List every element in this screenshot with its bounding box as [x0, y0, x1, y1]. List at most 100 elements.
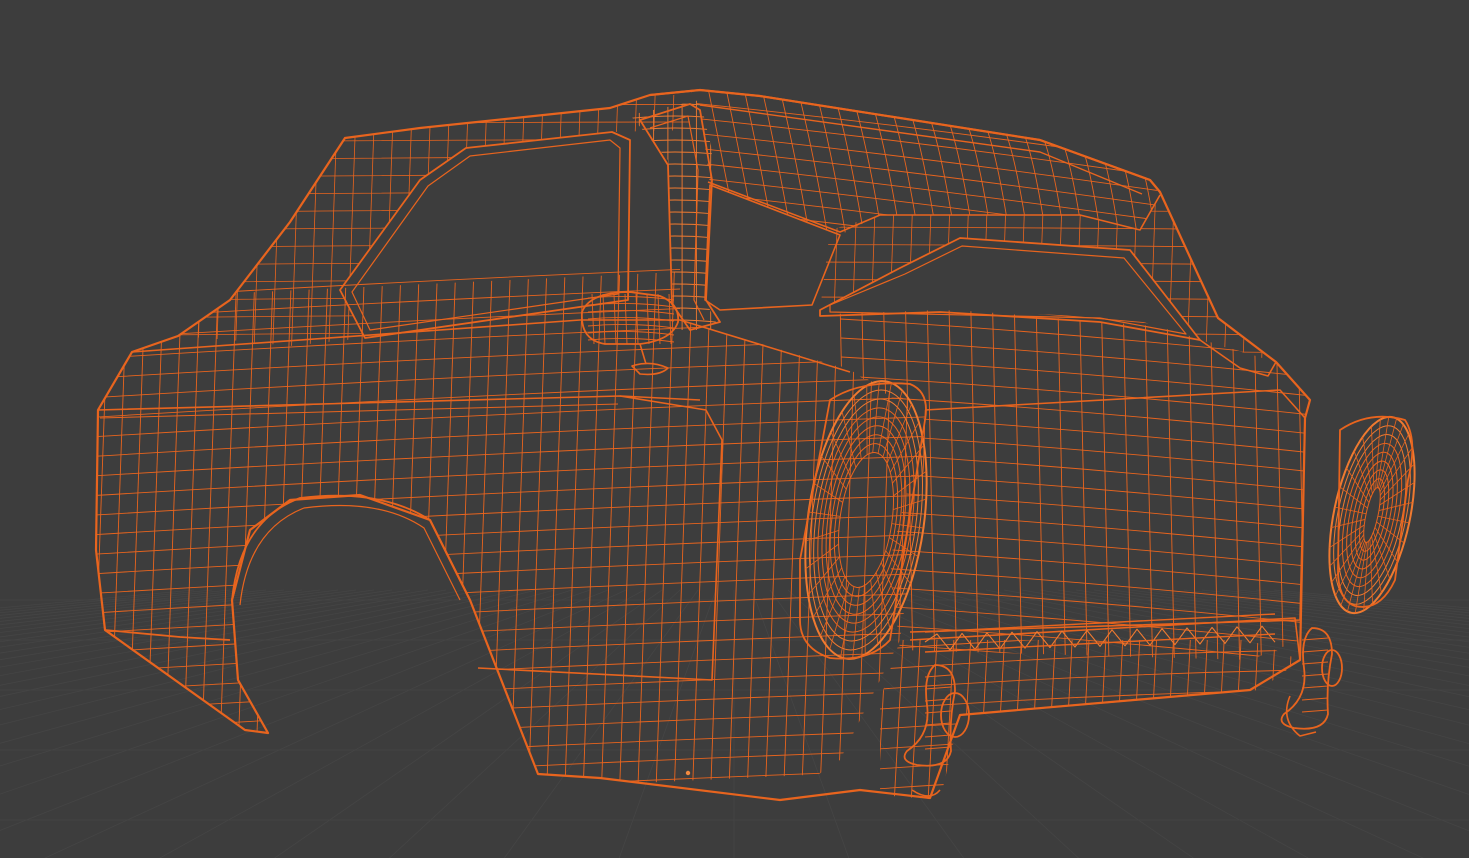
floor-grid-line — [931, 589, 1469, 726]
lower-mesh-line — [910, 640, 922, 800]
frame-mesh-line — [346, 95, 358, 362]
wireframe-scene[interactable] — [0, 0, 1469, 858]
roof-mesh — [690, 90, 1160, 235]
lower-mesh-line — [880, 749, 1300, 771]
rear-mesh-line — [1210, 330, 1220, 660]
overrider-mesh-line — [924, 698, 952, 702]
floor-grid-line — [1219, 589, 1469, 616]
frame-mesh-line — [364, 95, 376, 362]
pillar-mesh-line — [625, 332, 725, 335]
frame-mesh-line — [1260, 95, 1272, 362]
right-overrider-hook — [1285, 695, 1317, 737]
frame-mesh-line — [308, 95, 320, 362]
body-mesh-line — [144, 296, 164, 800]
pillar-mesh-line — [630, 115, 720, 120]
rear-window-inner-loop — [829, 245, 1187, 335]
roof-mesh-line — [701, 148, 1160, 210]
frame-mesh-line — [178, 349, 1276, 353]
frame-mesh-line — [1242, 95, 1254, 362]
roof-edge-2 — [699, 104, 1143, 195]
right-taillight-housing — [1337, 415, 1414, 608]
frame-mesh-line — [1074, 95, 1086, 362]
floor-grid-line — [0, 589, 411, 654]
body-mesh-line — [765, 266, 785, 778]
mirror-mesh-line — [624, 293, 628, 345]
frame-mesh-line — [570, 95, 582, 362]
roof-mesh-line — [892, 113, 924, 235]
roof-mesh-line — [692, 102, 1160, 164]
frame-mesh-line — [196, 95, 208, 362]
frame-mesh-line — [850, 95, 862, 362]
object-origin-point[interactable] — [685, 770, 691, 776]
rear-window-loop — [819, 237, 1201, 341]
rear-mesh-line — [1320, 340, 1328, 720]
mirror-mesh-line — [587, 302, 675, 308]
taillight-ring — [1350, 460, 1394, 570]
frame-mesh-line — [402, 95, 414, 362]
taillight-ring — [1341, 442, 1403, 588]
roof-mesh-line — [855, 108, 887, 235]
mirror-mesh-line — [602, 293, 606, 345]
roof-mesh-line — [690, 90, 721, 235]
pillar-mesh-line — [630, 259, 720, 264]
beltline-edge — [97, 395, 701, 411]
floor-grid-line — [1093, 589, 1469, 643]
roof-mesh-line — [713, 209, 1160, 235]
taillight-ring — [838, 452, 894, 588]
frame-mesh-line — [588, 95, 600, 362]
floor-grid-line — [0, 589, 447, 668]
floor-grid-line — [1273, 589, 1469, 609]
lower-mesh-line — [893, 640, 905, 800]
quarter-window-loop — [704, 184, 841, 311]
frame-mesh-line — [234, 95, 246, 362]
3d-viewport[interactable] — [0, 0, 1469, 858]
taillight-spoke — [1379, 424, 1404, 490]
frame-mesh-line — [999, 95, 1011, 362]
frame-mesh-line — [215, 95, 227, 362]
pillar-mesh-line — [630, 175, 720, 180]
taillight-spoke — [853, 395, 862, 460]
rear-mesh-line — [948, 310, 958, 660]
floor-grid-line — [0, 589, 375, 643]
frame-mesh-line — [1055, 95, 1067, 362]
frame-mesh-line — [178, 95, 190, 362]
frame-mesh-line — [327, 95, 339, 362]
pillar-mesh-line — [630, 271, 720, 276]
mirror-mesh-line — [587, 330, 675, 336]
lower-mesh-line — [1214, 640, 1226, 794]
wheel-arch-loop — [104, 494, 471, 641]
lower-mesh-line — [944, 640, 956, 800]
rear-mesh-line — [1145, 325, 1154, 660]
frame-mesh-line — [532, 95, 544, 362]
overrider-mesh-line — [924, 710, 952, 714]
frame-mesh-line — [906, 95, 918, 362]
shoulder-edge — [131, 319, 851, 373]
frame-mesh-line — [1018, 95, 1030, 362]
frame-mesh-line — [178, 139, 1276, 143]
taillight-spoke — [892, 444, 925, 484]
floor-grid-line — [0, 589, 285, 622]
floor-grid-line — [0, 589, 195, 609]
roof-mesh-line — [726, 92, 758, 235]
mirror-mesh-line — [587, 323, 675, 329]
left-overrider-hook — [911, 789, 941, 797]
floor-grid-line — [159, 589, 645, 858]
car-body-mesh[interactable] — [72, 87, 1430, 810]
roof-mesh-line — [716, 224, 1160, 235]
frame-mesh-line — [1036, 95, 1048, 362]
floor-grid-line — [1183, 589, 1469, 622]
frame-mesh-line — [514, 95, 526, 362]
body-mesh-line — [96, 730, 914, 772]
body-mesh-line — [96, 749, 913, 791]
lower-mesh-line — [1181, 640, 1192, 796]
floor-grid-line — [0, 589, 537, 726]
frame-mesh-line — [794, 95, 806, 362]
frame-mesh-line — [170, 87, 1290, 90]
lower-mesh-line — [1096, 640, 1108, 800]
mirror-mesh-line — [646, 293, 650, 345]
lower-mesh-line — [978, 640, 989, 800]
lower-mesh-line — [880, 789, 1300, 800]
roof-mesh-line — [837, 106, 869, 235]
rear-mesh-line — [1188, 329, 1198, 660]
frame-mesh-line — [1204, 95, 1216, 362]
